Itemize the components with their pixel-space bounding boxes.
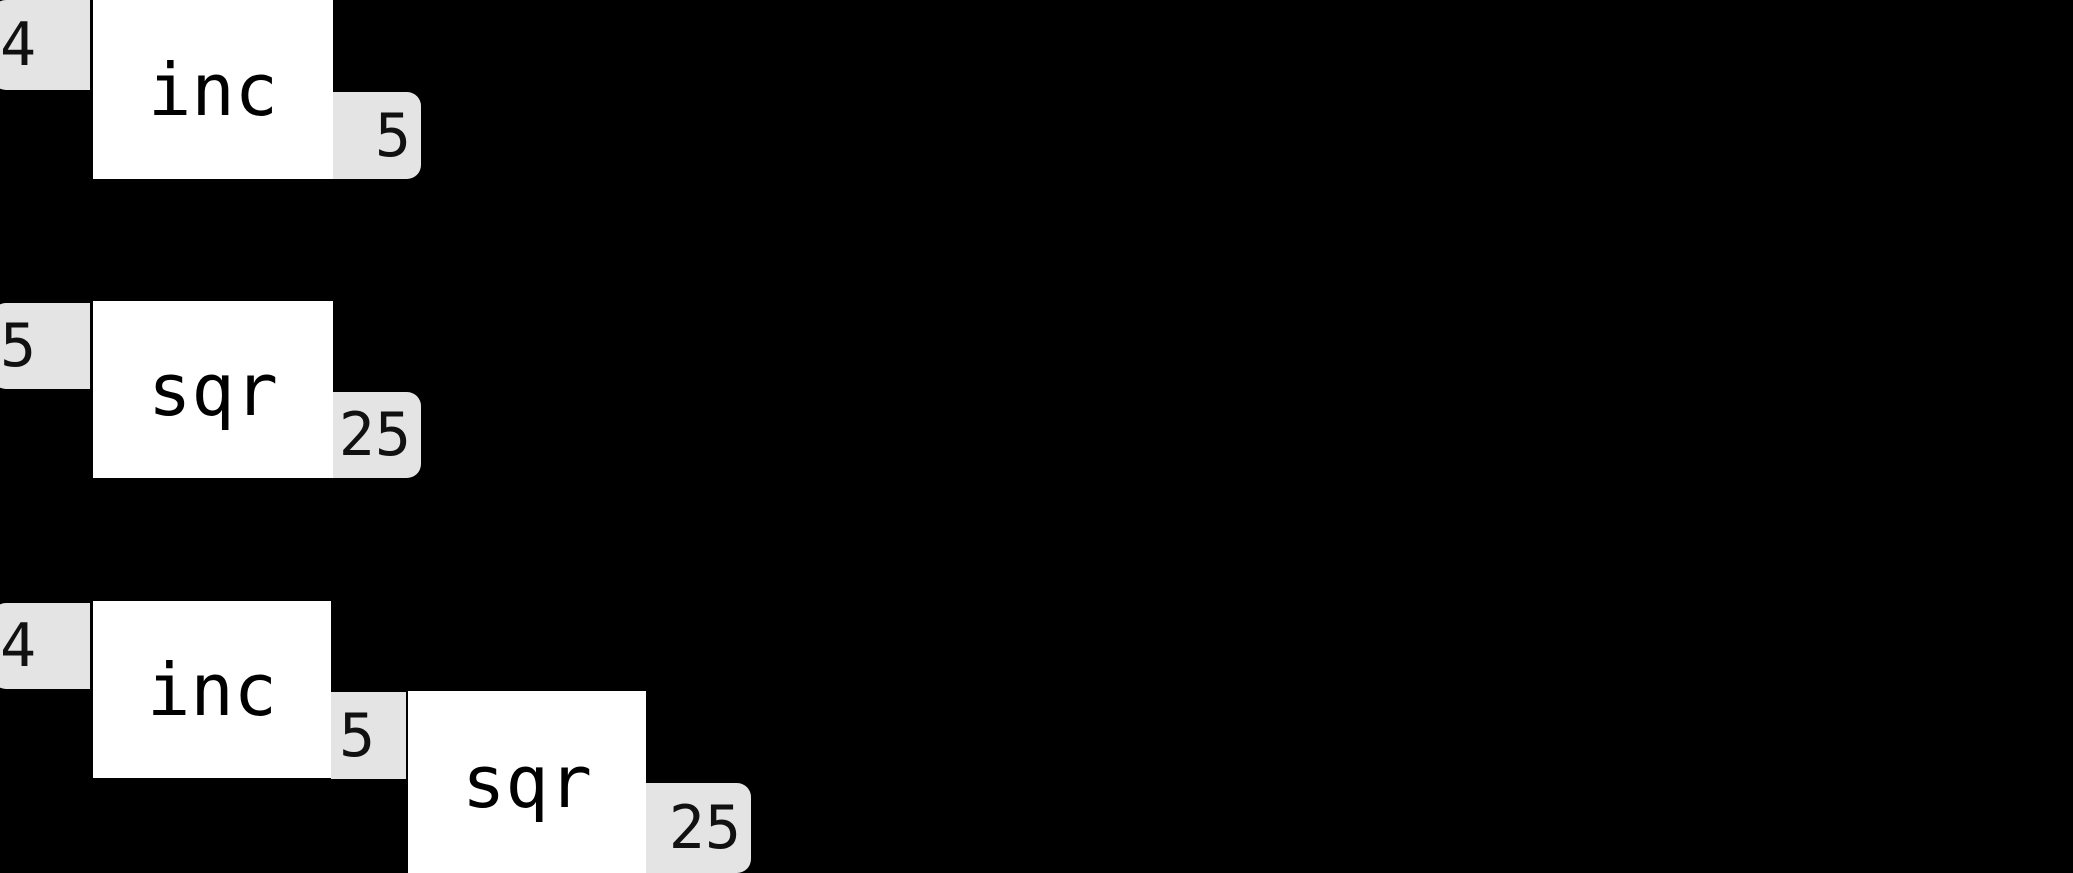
- intermediate-badge-row3: 5: [331, 692, 406, 779]
- output-badge-row1: 5: [333, 92, 421, 179]
- output-badge-row3: 25: [646, 783, 751, 873]
- function-box-inc-row3[interactable]: inc: [93, 601, 331, 778]
- function-box-inc-row1[interactable]: inc: [93, 0, 333, 179]
- output-badge-row2: 25: [333, 392, 421, 478]
- function-box-sqr-row3[interactable]: sqr: [408, 691, 646, 873]
- diagram-canvas: 4 inc 5 5 sqr 25 4 inc 5 sqr 25: [0, 0, 2073, 873]
- function-box-sqr-row2[interactable]: sqr: [93, 301, 333, 478]
- input-badge-row1: 4: [0, 0, 90, 90]
- input-badge-row2: 5: [0, 303, 90, 389]
- input-badge-row3: 4: [0, 603, 90, 689]
